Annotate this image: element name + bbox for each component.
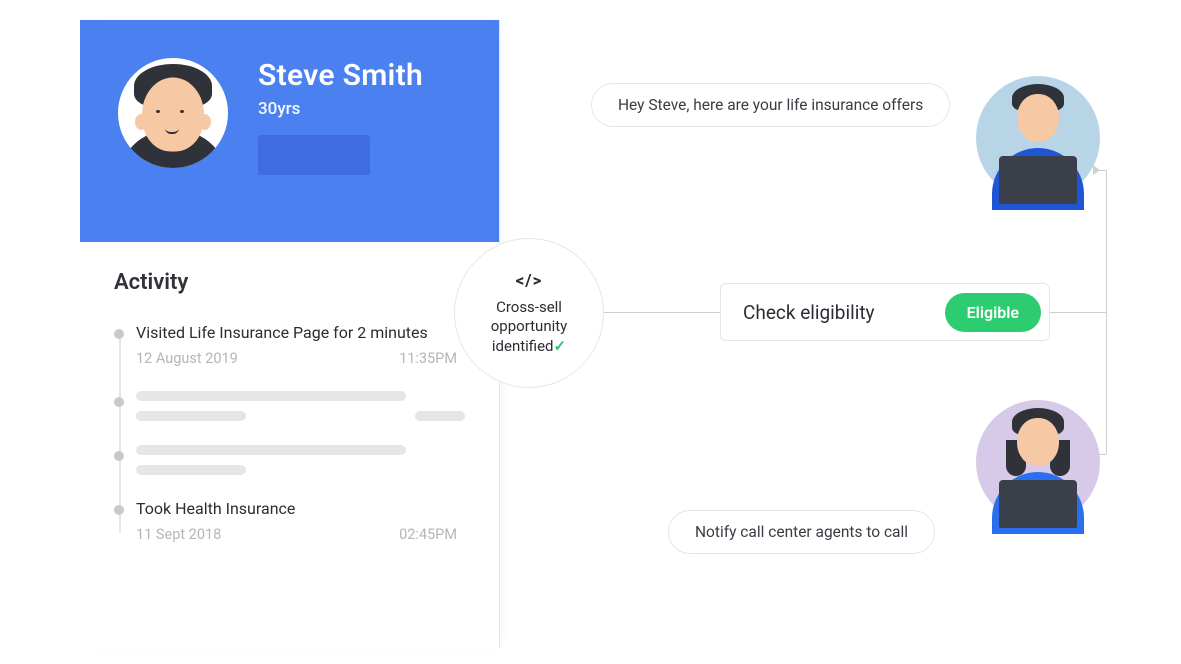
cross-sell-line2: opportunity — [491, 317, 568, 337]
connector-line — [1050, 312, 1106, 313]
activity-item-time: 02:45PM — [399, 526, 457, 543]
code-icon: </> — [516, 270, 543, 292]
activity-item-meta: 11 Sept 2018 02:45PM — [136, 526, 465, 543]
activity-title: Activity — [114, 270, 465, 295]
activity-item-placeholder — [136, 445, 465, 475]
eligibility-status-pill: Eligible — [945, 293, 1041, 332]
agent-bubble-top: Hey Steve, here are your life insurance … — [591, 83, 950, 127]
activity-item-title: Took Health Insurance — [136, 499, 465, 518]
activity-item-time: 11:35PM — [399, 350, 457, 367]
activity-item-date: 11 Sept 2018 — [136, 526, 221, 543]
connector-line — [598, 312, 720, 313]
profile-header: Steve Smith 30yrs — [80, 20, 499, 242]
eligibility-label: Check eligibility — [743, 301, 875, 324]
connector-line — [1106, 170, 1107, 454]
cross-sell-line3: identified — [492, 337, 554, 355]
activity-item-date: 12 August 2019 — [136, 350, 238, 367]
activity-item: Visited Life Insurance Page for 2 minute… — [136, 323, 465, 367]
arrow-icon — [1093, 165, 1100, 175]
profile-age: 30yrs — [258, 99, 423, 119]
activity-item-placeholder — [136, 391, 465, 421]
cross-sell-node: </> Cross-sell opportunity identified✓ — [454, 238, 604, 388]
agent-bubble-bottom: Notify call center agents to call — [668, 510, 935, 554]
activity-item-meta: 12 August 2019 11:35PM — [136, 350, 465, 367]
profile-info: Steve Smith 30yrs — [258, 58, 423, 179]
activity-item-title: Visited Life Insurance Page for 2 minute… — [136, 323, 465, 342]
profile-chip — [258, 135, 370, 175]
agent-illustration-bottom — [976, 400, 1100, 524]
profile-name: Steve Smith — [258, 58, 423, 93]
avatar — [118, 58, 228, 168]
activity-section: Activity Visited Life Insurance Page for… — [80, 242, 499, 543]
agent-illustration-top — [976, 76, 1100, 200]
eligibility-box: Check eligibility Eligible — [720, 283, 1050, 341]
activity-item: Took Health Insurance 11 Sept 2018 02:45… — [136, 499, 465, 543]
profile-card: Steve Smith 30yrs Activity Visited Life … — [80, 20, 500, 648]
activity-timeline: Visited Life Insurance Page for 2 minute… — [114, 323, 465, 543]
check-icon: ✓ — [554, 337, 567, 355]
cross-sell-line1: Cross-sell — [496, 298, 562, 318]
